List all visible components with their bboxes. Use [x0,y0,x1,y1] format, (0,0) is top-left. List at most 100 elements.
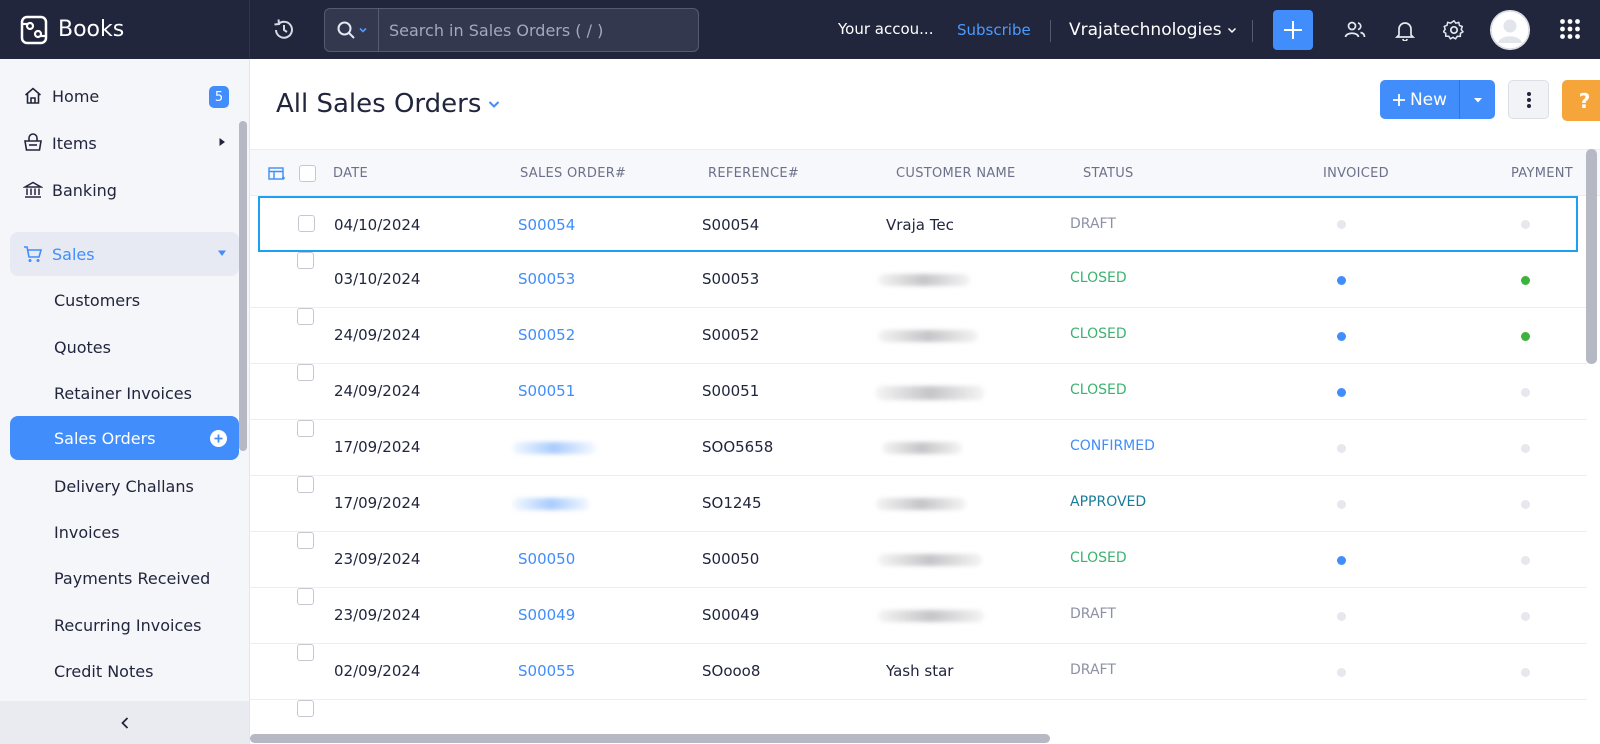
column-header-reference[interactable]: REFERENCE# [708,166,799,181]
sidebar-item-invoices[interactable]: Invoices [10,510,239,554]
new-options-dropdown[interactable] [1460,80,1495,119]
column-settings-icon[interactable] [268,166,286,182]
search-box [324,8,699,52]
sidebar-item-home[interactable]: Home 5 [10,74,239,118]
sidebar-item-payments-received[interactable]: Payments Received [10,556,239,600]
sidebar-item-retainer-invoices[interactable]: Retainer Invoices [10,371,239,415]
invoiced-indicator [1337,556,1346,565]
sidebar-item-sales-orders[interactable]: Sales Orders [10,416,239,460]
sidebar-item-label: Sales [52,244,95,264]
sales-order-link[interactable]: S00054 [518,216,575,234]
column-header-customer-name[interactable]: CUSTOMER NAME [896,166,1016,181]
invoiced-indicator [1337,276,1346,285]
row-reference: SO1245 [702,494,762,512]
add-sales-order-button[interactable] [210,430,227,447]
sidebar-item-credit-notes[interactable]: Credit Notes [10,649,239,693]
row-checkbox[interactable] [297,700,314,717]
payment-indicator [1521,444,1530,453]
row-checkbox[interactable] [297,420,314,437]
quick-create-button[interactable] [1273,10,1313,50]
row-reference: S00054 [702,216,760,234]
table-row[interactable]: 24/09/2024 S00051 S00051 CLOSED [250,364,1587,420]
row-checkbox[interactable] [297,644,314,661]
invoiced-indicator [1337,500,1346,509]
row-customer-name: Yash star [886,662,954,680]
row-reference: S00052 [702,326,760,344]
table-row[interactable]: 23/09/2024 S00050 S00050 CLOSED [250,532,1587,588]
status-badge: CLOSED [1070,382,1127,398]
column-header-invoiced[interactable]: INVOICED [1323,166,1389,181]
divider [1050,20,1051,42]
row-checkbox[interactable] [297,588,314,605]
sidebar-item-banking[interactable]: Banking [10,168,239,212]
column-header-payment[interactable]: PAYMENT [1511,166,1573,181]
organization-name: Vrajatechnologies [1069,20,1222,40]
table-row[interactable]: 17/09/2024 SOO5658 CONFIRMED [250,420,1587,476]
new-sales-order-button[interactable]: New [1380,80,1460,119]
redacted-sales-order-link[interactable] [512,498,590,510]
status-badge: CONFIRMED [1070,438,1155,454]
account-status-text: Your accou... [838,20,934,38]
sales-order-link[interactable]: S00055 [518,662,575,680]
column-header-sales-order[interactable]: SALES ORDER# [520,166,626,181]
table-horizontal-scrollbar[interactable] [250,734,1050,743]
app-launcher-button[interactable] [1558,17,1582,41]
organization-switcher[interactable]: Vrajatechnologies [1069,20,1238,40]
table-row[interactable]: 02/09/2024 S00055 SOooo8 Yash star DRAFT [250,644,1587,700]
user-avatar[interactable] [1490,10,1530,50]
sales-order-link[interactable]: S00049 [518,606,575,624]
row-date: 04/10/2024 [334,216,421,234]
top-bar: Books Your accou... Subscribe Vrajatechn… [0,0,1600,59]
sales-order-link[interactable]: S00053 [518,270,575,288]
search-input[interactable] [379,9,698,51]
table-row[interactable]: 04/10/2024 S00054 S00054 Vraja Tec DRAFT [258,196,1578,252]
redacted-sales-order-link[interactable] [512,442,596,454]
row-date: 02/09/2024 [334,662,421,680]
status-badge: CLOSED [1070,270,1127,286]
row-checkbox[interactable] [297,532,314,549]
gear-icon [1443,20,1464,40]
more-options-button[interactable] [1508,80,1549,119]
users-button[interactable] [1343,18,1367,42]
row-date: 17/09/2024 [334,438,421,456]
subscribe-link[interactable]: Subscribe [957,21,1031,39]
invoiced-indicator [1337,612,1346,621]
select-all-checkbox[interactable] [299,165,316,182]
sales-order-link[interactable]: S00050 [518,550,575,568]
recent-history-button[interactable] [270,16,298,44]
row-checkbox[interactable] [297,308,314,325]
sidebar-item-quotes[interactable]: Quotes [10,325,239,369]
row-checkbox[interactable] [297,364,314,381]
payment-indicator [1521,220,1530,229]
column-header-date[interactable]: DATE [333,166,368,181]
help-button[interactable]: ? [1562,80,1600,121]
brand[interactable]: Books [0,0,250,59]
chevron-left-icon [120,716,128,729]
sidebar-item-recurring-invoices[interactable]: Recurring Invoices [10,603,239,647]
table-row[interactable]: 23/09/2024 S00049 S00049 DRAFT [250,588,1587,644]
sales-order-link[interactable]: S00052 [518,326,575,344]
search-scope-dropdown[interactable] [325,9,379,51]
view-selector[interactable]: All Sales Orders [276,89,501,119]
column-header-status[interactable]: STATUS [1083,166,1134,181]
invoiced-indicator [1337,444,1346,453]
sidebar-item-delivery-challans[interactable]: Delivery Challans [10,464,239,508]
sales-order-link[interactable]: S00051 [518,382,575,400]
row-checkbox[interactable] [297,476,314,493]
app-name: Books [58,17,125,42]
row-date: 23/09/2024 [334,606,421,624]
table-row[interactable]: 03/10/2024 S00053 S00053 CLOSED [250,252,1587,308]
sidebar-item-sales[interactable]: Sales [10,232,239,276]
sidebar-item-customers[interactable]: Customers [10,278,239,322]
sidebar-item-items[interactable]: Items [10,121,239,165]
table-row[interactable]: 17/09/2024 SO1245 APPROVED [250,476,1587,532]
notifications-button[interactable] [1393,18,1417,42]
table-row[interactable]: 24/09/2024 S00052 S00052 CLOSED [250,308,1587,364]
sidebar-scrollbar[interactable] [239,121,247,451]
row-checkbox[interactable] [298,215,315,232]
row-checkbox[interactable] [297,252,314,269]
table-vertical-scrollbar[interactable] [1586,149,1597,364]
divider [1252,20,1253,42]
settings-button[interactable] [1442,18,1466,42]
collapse-sidebar-button[interactable] [0,701,249,744]
